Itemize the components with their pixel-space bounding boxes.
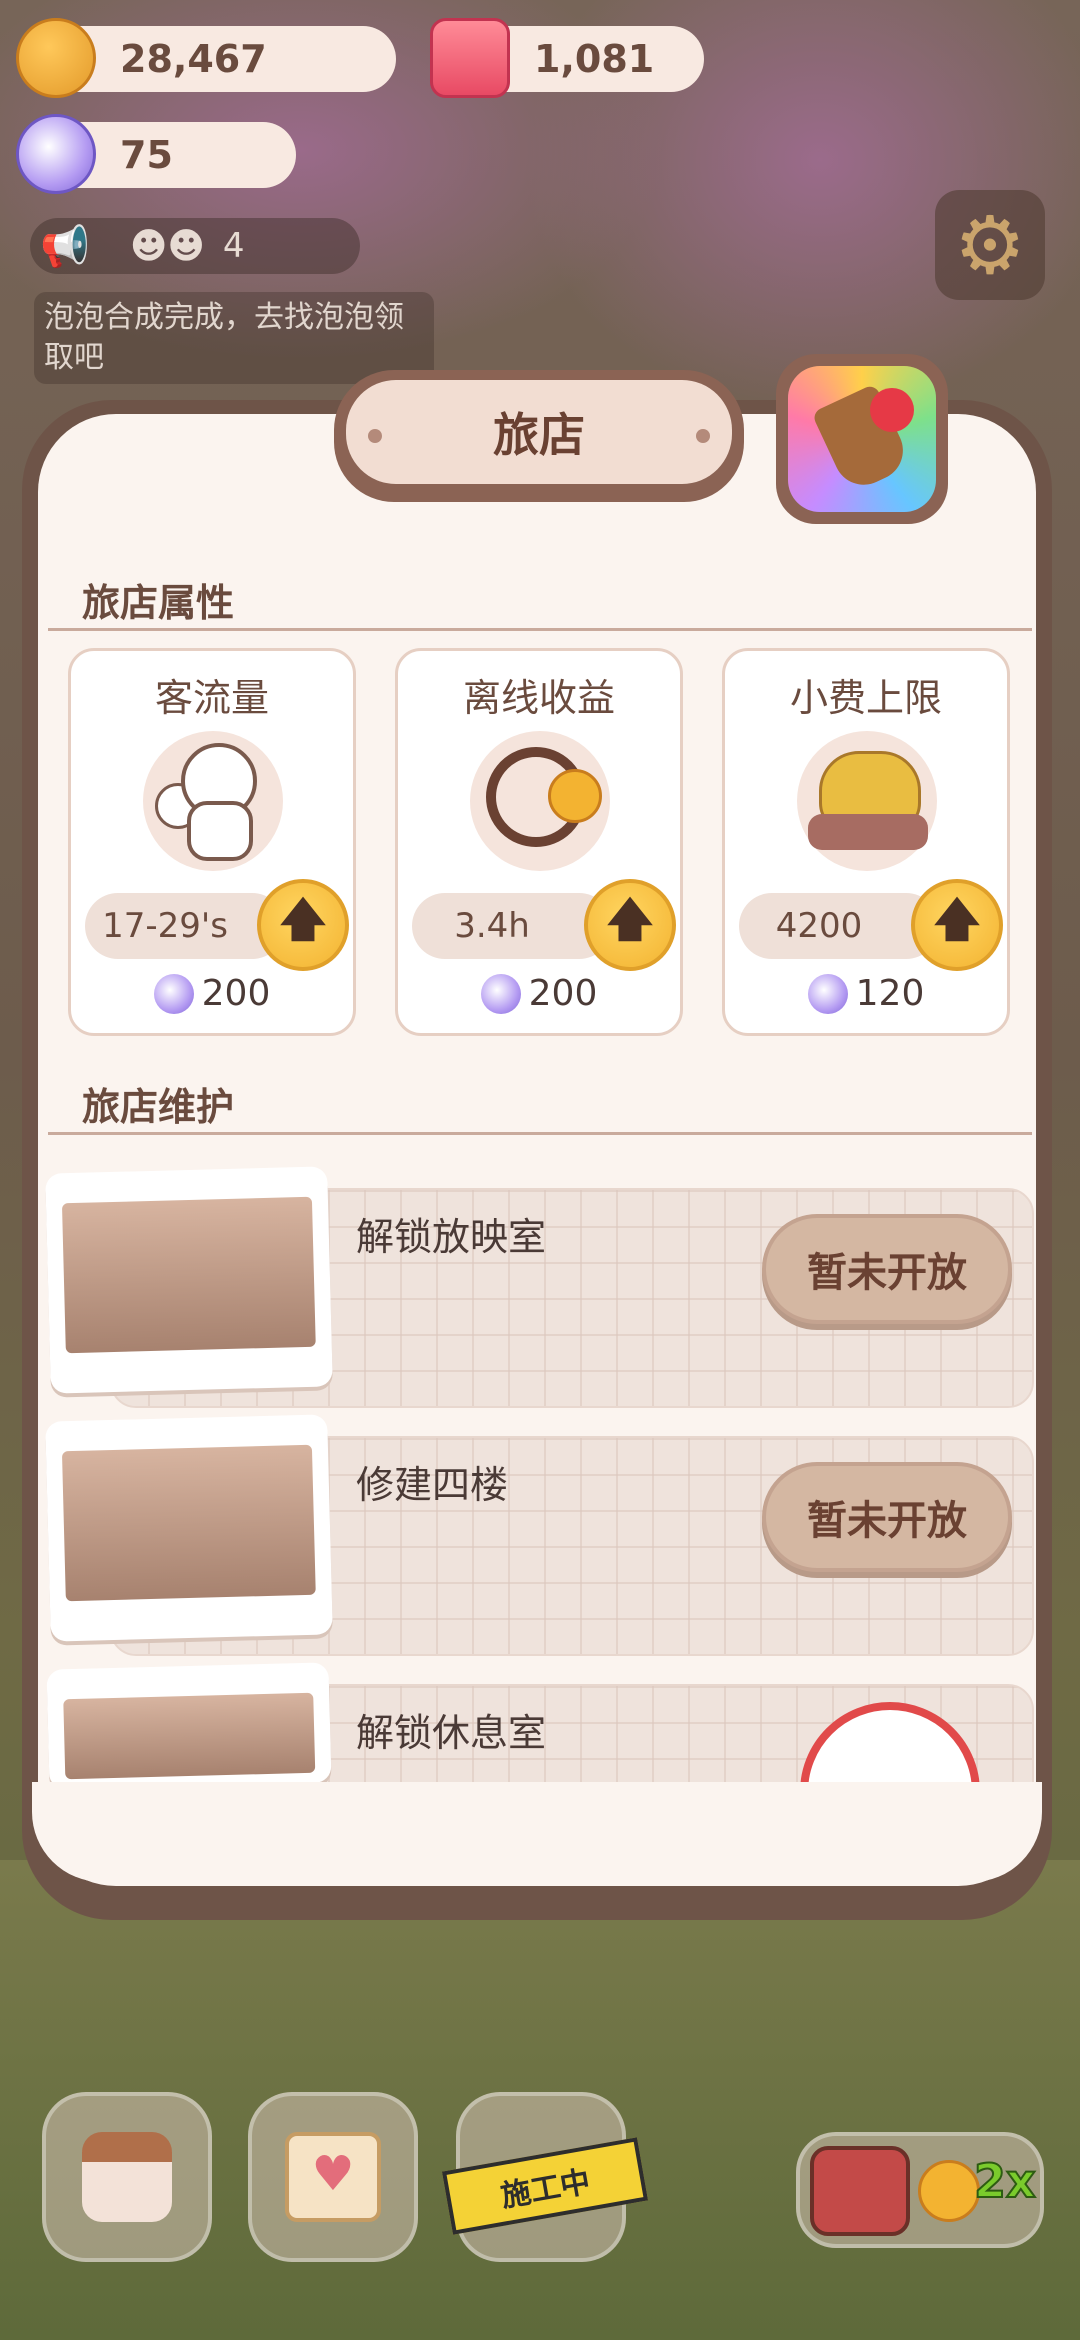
candy-icon	[153, 973, 194, 1014]
candy-icon	[480, 973, 521, 1014]
panel-title-plate: 旅店	[334, 370, 744, 502]
cost-amount: 200	[201, 973, 271, 1014]
upgrade-button[interactable]: 🡅	[584, 879, 676, 971]
notification-dot	[870, 388, 914, 432]
maintenance-title: 解锁放映室	[356, 1215, 547, 1259]
attribute-card-tips: 小费上限 4200 🡅 120	[722, 648, 1010, 1036]
candy-currency[interactable]: 75	[16, 114, 296, 194]
construction-label: 施工中	[441, 2137, 649, 2235]
attribute-value: 17-29's	[85, 893, 285, 959]
cookie-icon	[16, 18, 96, 98]
notice-bar[interactable]: 📢 ☻☻ 4	[30, 218, 360, 274]
attributes-section-title: 旅店属性	[82, 581, 235, 625]
cookie-icon	[918, 2160, 980, 2222]
clock-icon	[470, 731, 610, 871]
megaphone-icon: 📢	[40, 223, 90, 270]
maintenance-title: 修建四楼	[356, 1463, 509, 1507]
locked-button[interactable]: 暂未开放	[762, 1462, 1012, 1572]
tv-icon	[810, 2146, 910, 2236]
construction-button[interactable]: 施工中	[441, 2092, 649, 2262]
guests-icon: ☻☻	[129, 225, 205, 267]
attribute-label: 离线收益	[462, 676, 615, 720]
panel-title: 旅店	[493, 408, 585, 462]
people-icon	[143, 731, 283, 871]
piggy-bank-icon	[797, 731, 937, 871]
upgrade-cost: 120	[725, 973, 1007, 1014]
screening-room-thumbnail	[45, 1166, 333, 1394]
maintenance-title: 解锁休息室	[356, 1711, 547, 1755]
diary-button[interactable]: ♥	[248, 2092, 418, 2262]
attribute-card-offline: 离线收益 3.4h 🡅 200	[395, 648, 683, 1036]
candy-amount: 75	[120, 133, 173, 177]
cookie-currency[interactable]: 28,467	[16, 18, 396, 98]
cookie-amount: 28,467	[120, 37, 267, 81]
ad-boost-button[interactable]: 2x	[796, 2132, 1044, 2248]
attribute-value: 4200	[739, 893, 939, 959]
panel-footer	[32, 1782, 1042, 1882]
section-divider	[48, 628, 1032, 631]
jelly-currency[interactable]: 1,081	[430, 18, 704, 98]
plate-rivet-left	[368, 429, 382, 443]
notebook-icon: ♥	[285, 2132, 381, 2222]
cost-amount: 120	[855, 973, 925, 1014]
notice-count: 4	[222, 226, 245, 266]
upgrade-button[interactable]: 🡅	[911, 879, 1003, 971]
plate-rivet-right	[696, 429, 710, 443]
house-icon	[82, 2132, 172, 2222]
gear-icon[interactable]: ⚙	[935, 190, 1045, 300]
clean-button[interactable]	[776, 354, 948, 524]
candy-icon	[16, 114, 96, 194]
notice-message: 泡泡合成完成，去找泡泡领取吧	[34, 292, 434, 384]
build-button[interactable]	[42, 2092, 212, 2262]
fourth-floor-thumbnail	[45, 1414, 333, 1642]
upgrade-button[interactable]: 🡅	[257, 879, 349, 971]
jelly-icon	[430, 18, 510, 98]
jelly-amount: 1,081	[534, 37, 655, 81]
maintenance-section-title: 旅店维护	[82, 1085, 235, 1129]
candy-icon	[807, 973, 848, 1014]
section-divider	[48, 1132, 1032, 1135]
attribute-value: 3.4h	[412, 893, 612, 959]
upgrade-cost: 200	[398, 973, 680, 1014]
boost-multiplier: 2x	[973, 2153, 1037, 2209]
attribute-label: 小费上限	[789, 676, 942, 720]
upgrade-cost: 200	[71, 973, 353, 1014]
attribute-card-traffic: 客流量 17-29's 🡅 200	[68, 648, 356, 1036]
attribute-label: 客流量	[154, 676, 269, 720]
cost-amount: 200	[528, 973, 598, 1014]
lounge-thumbnail	[46, 1662, 332, 1790]
locked-button[interactable]: 暂未开放	[762, 1214, 1012, 1324]
